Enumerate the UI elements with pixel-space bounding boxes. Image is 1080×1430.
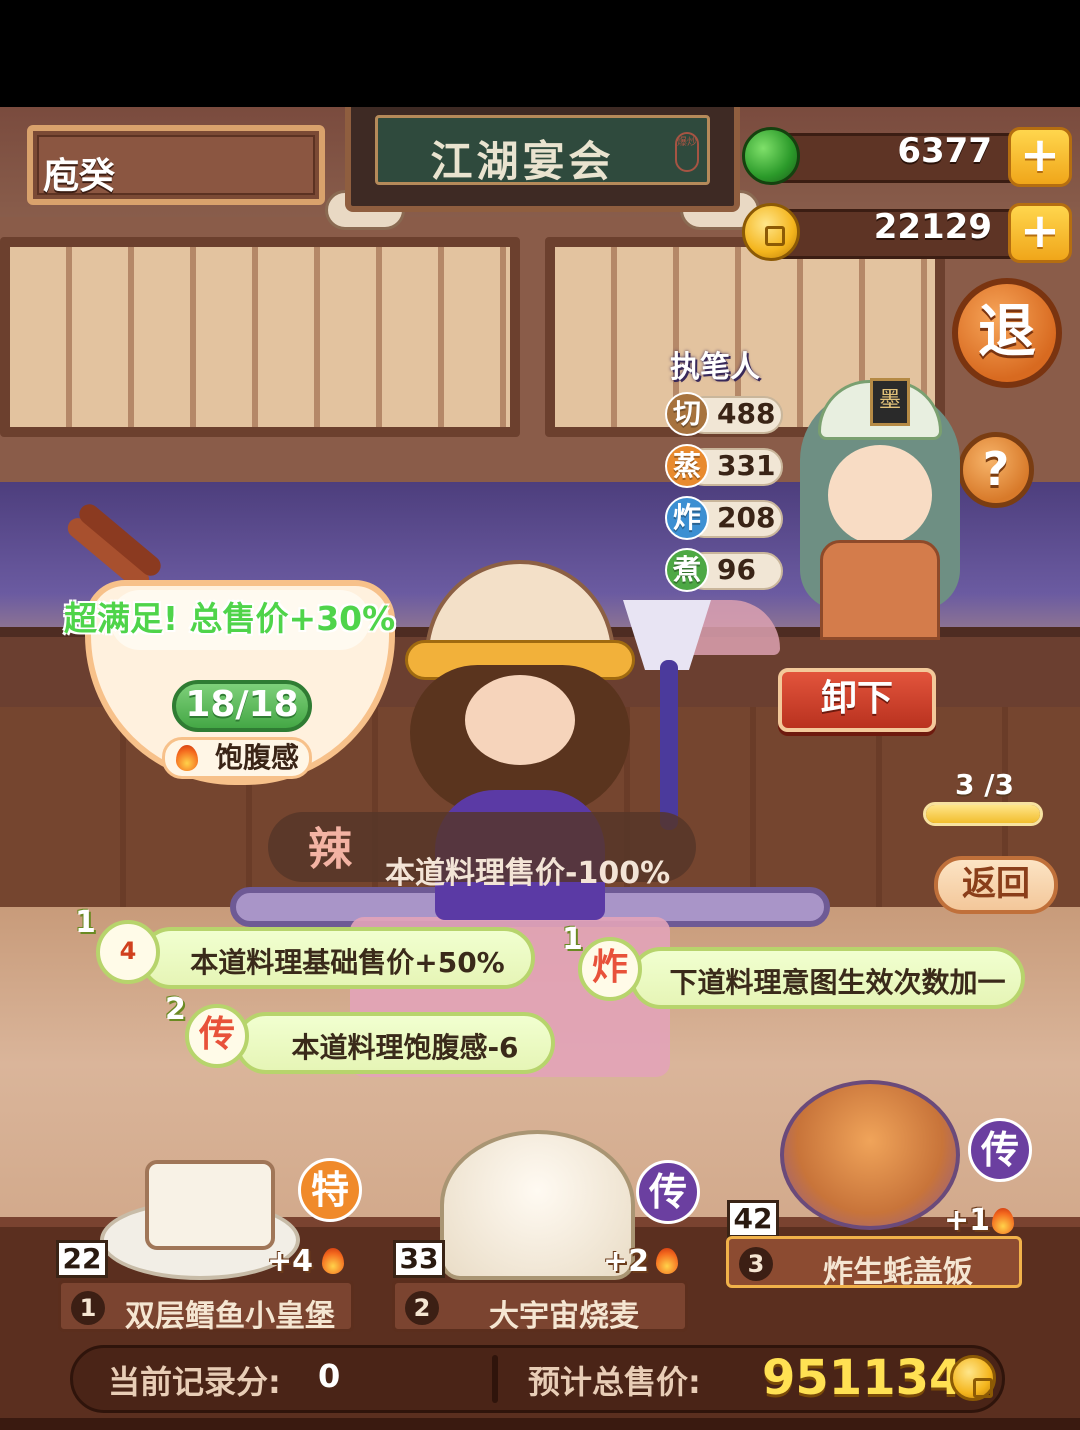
jade-currency: 6377 + bbox=[742, 127, 1072, 187]
stat-steam: 蒸 331 bbox=[665, 444, 783, 488]
round-progress-label: 3 /3 bbox=[955, 768, 1014, 801]
dish-1-label[interactable]: 1 双层鳕鱼小皇堡 bbox=[58, 1280, 354, 1334]
ink-stick-icon: 墨 bbox=[870, 378, 910, 426]
writer-character[interactable] bbox=[780, 330, 980, 640]
coin-icon bbox=[742, 203, 800, 261]
effect-pill-base-price: 本道料理基础售价+50% bbox=[140, 927, 535, 989]
fire-level-icon: 4 bbox=[96, 920, 160, 984]
status-bar-blank bbox=[0, 0, 1080, 107]
steam-icon: 蒸 bbox=[665, 444, 709, 488]
cut-icon: 切 bbox=[665, 392, 709, 436]
axe-handle bbox=[660, 660, 678, 830]
dish-3-label-selected[interactable]: 3 炸生蚝盖饭 bbox=[726, 1236, 1022, 1290]
flame-icon bbox=[176, 745, 198, 771]
page-title: 江湖宴会 bbox=[430, 137, 615, 186]
flame-icon bbox=[992, 1208, 1014, 1234]
effect-pill-intent: 下道料理意图生效次数加一 bbox=[630, 947, 1025, 1009]
dish-1-satiety: +4 bbox=[267, 1244, 314, 1279]
flame-icon bbox=[322, 1248, 344, 1274]
stat-boil: 煮 96 bbox=[665, 548, 783, 592]
record-score-value: 0 bbox=[318, 1357, 341, 1395]
title-seal: 爆炒 bbox=[675, 132, 699, 172]
jade-amount: 6377 bbox=[897, 131, 992, 171]
stat-fry: 炸 208 bbox=[665, 496, 783, 540]
legend-tag-icon: 传 bbox=[185, 1004, 249, 1068]
round-progress-fill bbox=[926, 805, 1040, 823]
effect-count: 2 bbox=[165, 992, 186, 1027]
fry-tag-icon: 炸 bbox=[578, 937, 642, 1001]
record-score-label: 当前记录分: bbox=[108, 1363, 281, 1401]
coin-currency: 22129 + bbox=[742, 203, 1072, 263]
fry-icon: 炸 bbox=[665, 496, 709, 540]
effect-count: 1 bbox=[75, 905, 96, 940]
dish-1-type-badge: 特 bbox=[298, 1158, 362, 1222]
effect-pill-satiety: 本道料理饱腹感-6 bbox=[235, 1012, 555, 1074]
spicy-effect-text: 本道料理售价-100% bbox=[385, 856, 671, 891]
coin-amount: 22129 bbox=[873, 207, 992, 247]
dish-3-type-badge: 传 bbox=[968, 1118, 1032, 1182]
back-button[interactable]: 返回 bbox=[934, 856, 1058, 914]
dish-3-satiety: +1 bbox=[944, 1203, 991, 1238]
total-price-value: 951134 bbox=[762, 1350, 963, 1406]
effect-count: 1 bbox=[562, 922, 583, 957]
satiety-value: 18/18 bbox=[172, 680, 312, 732]
player-name-box[interactable]: 庖癸 bbox=[27, 125, 325, 205]
dish-1-score: 22 bbox=[56, 1240, 108, 1278]
dish-3-score: 42 bbox=[727, 1200, 779, 1238]
add-jade-button[interactable]: + bbox=[1008, 127, 1072, 187]
dish-2-satiety: +2 bbox=[603, 1244, 650, 1279]
flame-icon bbox=[656, 1248, 678, 1274]
title-signboard: 江湖宴会 爆炒 bbox=[345, 107, 740, 212]
divider bbox=[492, 1355, 498, 1403]
add-coin-button[interactable]: + bbox=[1008, 203, 1072, 263]
dish-2-score: 33 bbox=[393, 1240, 445, 1278]
boil-icon: 煮 bbox=[665, 548, 709, 592]
spicy-icon: 辣 bbox=[308, 824, 352, 875]
bottom-edge bbox=[0, 1418, 1080, 1430]
unload-button[interactable]: 卸下 bbox=[778, 668, 936, 732]
round-progress-bar bbox=[923, 802, 1043, 826]
jade-icon bbox=[742, 127, 800, 185]
coin-icon bbox=[950, 1355, 996, 1401]
satisfied-bonus-text: 超满足! 总售价+30% bbox=[64, 599, 396, 638]
total-price-label: 预计总售价: bbox=[528, 1363, 701, 1401]
writer-label: 执笔人 bbox=[670, 350, 760, 385]
player-name: 庖癸 bbox=[43, 156, 116, 197]
paper-screen-left bbox=[0, 237, 520, 437]
dish-2-type-badge: 传 bbox=[636, 1160, 700, 1224]
dish-2-label[interactable]: 2 大宇宙烧麦 bbox=[392, 1280, 688, 1334]
stat-cut: 切 488 bbox=[665, 392, 783, 436]
